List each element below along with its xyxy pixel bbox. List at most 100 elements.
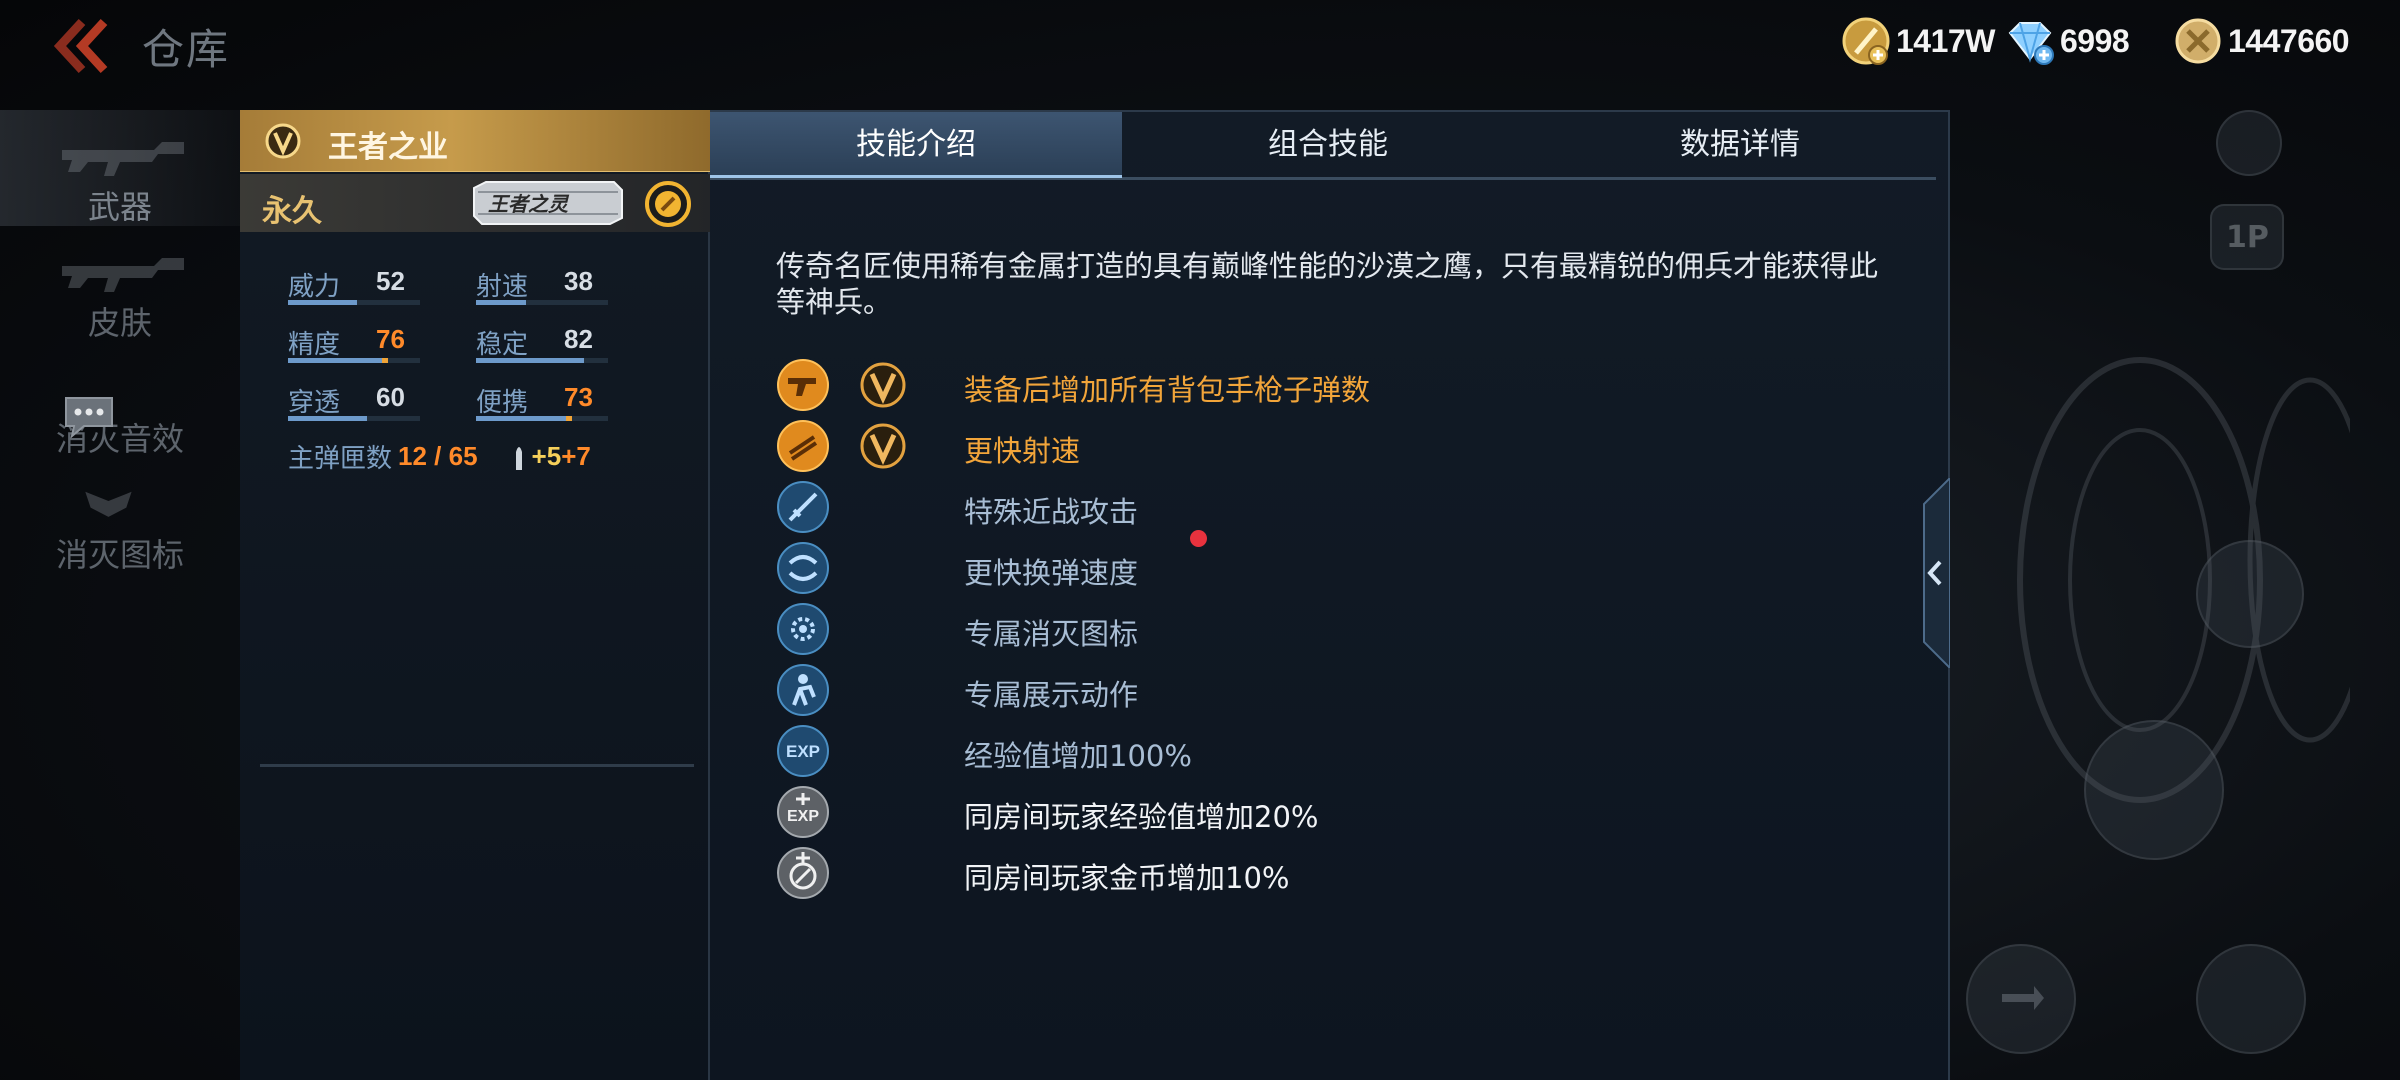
honor-value: 1447660 xyxy=(2228,22,2350,59)
stat-label: 便携 xyxy=(476,388,529,418)
skill-text: 更快换弹速度 xyxy=(964,556,1139,590)
magazine-label: 主弹匣数 xyxy=(288,444,393,474)
sidebar-item-label: 消灭图标 xyxy=(55,536,184,574)
stat-portability: 便携 73 xyxy=(476,378,646,426)
stat-label: 穿透 xyxy=(288,388,341,418)
honor-coin-icon xyxy=(2175,18,2221,64)
fire-rate-icon xyxy=(777,420,829,472)
skill-row: 专属消灭图标 xyxy=(776,602,1676,658)
magazine-value: 12 / 65 xyxy=(398,441,478,471)
stat-value: 73 xyxy=(564,382,593,412)
skill-row: EXP 经验值增加100% xyxy=(776,724,1676,780)
skill-row: 更快换弹速度 xyxy=(776,541,1676,597)
tab-data-details[interactable]: 数据详情 xyxy=(1534,112,1946,178)
stat-label: 威力 xyxy=(288,272,341,302)
chat-icon[interactable] xyxy=(62,394,116,440)
skill-text: 同房间玩家金币增加10% xyxy=(964,861,1290,895)
tab-combo-skills[interactable]: 组合技能 xyxy=(1122,112,1534,178)
diamond-value: 6998 xyxy=(2060,22,2130,59)
notification-dot xyxy=(1190,530,1207,547)
skull-emblem-icon xyxy=(85,491,132,517)
bullet-icon xyxy=(515,446,522,470)
stat-label: 稳定 xyxy=(476,330,529,360)
skill-text: 经验值增加100% xyxy=(964,739,1192,773)
stat-value: 52 xyxy=(376,266,405,296)
magazine-info: 主弹匣数 12 / 65 +5 +7 xyxy=(288,438,591,475)
reload-speed-icon xyxy=(777,542,829,594)
pistol-ammo-icon xyxy=(777,359,829,411)
bg-crouch-button xyxy=(2196,944,2306,1054)
sidebar: 武器 皮肤 消灭音效 消灭图标 xyxy=(0,110,240,574)
diamond-icon xyxy=(2008,22,2054,65)
skill-row: 特殊近战攻击 xyxy=(776,480,1676,536)
rifle-skin-icon xyxy=(62,258,184,292)
room-exp-icon: EXP xyxy=(777,786,829,838)
skill-text: 装备后增加所有背包手枪子弹数 xyxy=(964,373,1371,407)
stat-label: 精度 xyxy=(288,330,341,360)
skill-row: 装备后增加所有背包手枪子弹数 xyxy=(776,358,1676,414)
weapon-info-panel: 王者之业 永久 王者之灵 威力 52 射速 38 精度 76 稳定 82 穿透 … xyxy=(240,110,710,1080)
skill-row: 同房间玩家金币增加10% xyxy=(776,846,1676,902)
v-badge-icon xyxy=(860,423,906,469)
stat-bar-tip xyxy=(382,358,388,363)
stat-bar-fill xyxy=(288,358,388,363)
currency-gold[interactable]: 1417W xyxy=(1840,14,1995,68)
weapon-subheader: 永久 王者之灵 xyxy=(240,174,710,232)
stat-penetration: 穿透 60 xyxy=(288,378,458,426)
weapon-coin-icon[interactable] xyxy=(644,180,692,228)
skill-panel: 技能介绍 组合技能 数据详情 传奇名匠使用稀有金属打造的具有巅峰性能的沙漠之鹰，… xyxy=(710,110,1950,1080)
bg-target-rings-icon xyxy=(2017,357,2350,803)
sidebar-item-kill-sound[interactable]: 消灭音效 xyxy=(0,342,240,458)
tab-bar: 技能介绍 组合技能 数据详情 xyxy=(710,112,1936,180)
bg-view-1p-label: 1P xyxy=(2226,220,2269,255)
skill-text: 专属展示动作 xyxy=(964,678,1139,712)
svg-text:EXP: EXP xyxy=(786,742,820,761)
stat-bar-fill xyxy=(476,300,526,305)
stat-label: 射速 xyxy=(476,272,529,302)
skill-text: 更快射速 xyxy=(964,434,1081,468)
page-title: 仓库 xyxy=(142,25,231,74)
weapon-description: 传奇名匠使用稀有金属打造的具有巅峰性能的沙漠之鹰，只有最精锐的佣兵才能获得此等神… xyxy=(776,249,1879,319)
sidebar-item-weapons[interactable]: 武器 xyxy=(0,110,240,226)
tab-skill-intro[interactable]: 技能介绍 xyxy=(710,112,1122,178)
skill-row: EXP 同房间玩家经验值增加20% xyxy=(776,785,1676,841)
skill-text: 同房间玩家经验值增加20% xyxy=(964,800,1319,834)
info-divider xyxy=(260,764,694,767)
currency-honor[interactable]: 1447660 xyxy=(2172,14,2350,68)
weapon-duration: 永久 xyxy=(262,194,322,229)
currency-diamond[interactable]: 6998 xyxy=(2004,14,2130,68)
gold-value: 1417W xyxy=(1896,22,1995,59)
double-chevron-left-icon xyxy=(53,18,108,74)
back-button[interactable] xyxy=(52,18,122,74)
room-coin-icon xyxy=(777,847,829,899)
top-bar: 仓库 1417W 6998 1447660 xyxy=(0,0,2400,90)
stat-bar-fill xyxy=(288,300,357,305)
bg-gamepad-button xyxy=(2216,110,2282,176)
rifle-icon xyxy=(62,142,184,176)
svg-text:EXP: EXP xyxy=(787,808,819,825)
sidebar-item-skins[interactable]: 皮肤 xyxy=(0,226,240,342)
weapon-name: 王者之业 xyxy=(328,130,448,165)
melee-attack-icon xyxy=(777,481,829,533)
stat-bar-fill xyxy=(476,358,584,363)
stat-fire-rate: 射速 38 xyxy=(476,262,646,310)
skill-text: 专属消灭图标 xyxy=(964,617,1139,651)
skill-text: 特殊近战攻击 xyxy=(964,495,1139,529)
v-badge-icon xyxy=(860,362,906,408)
collapse-panel-button[interactable] xyxy=(1918,478,1950,668)
weapon-header: 王者之业 xyxy=(240,110,710,172)
stat-accuracy: 精度 76 xyxy=(288,320,458,368)
v-badge-icon xyxy=(265,123,301,159)
stat-value: 76 xyxy=(376,324,405,354)
stat-power: 威力 52 xyxy=(288,262,458,310)
sidebar-item-label: 皮肤 xyxy=(87,304,152,342)
sidebar-item-kill-icon[interactable]: 消灭图标 xyxy=(0,458,240,574)
magazine-bonus-1: +5 xyxy=(531,441,562,471)
bg-swap-icon xyxy=(2002,986,2044,1010)
stat-stability: 稳定 82 xyxy=(476,320,646,368)
stat-bar-tip xyxy=(566,416,572,421)
magazine-bonus-2: +7 xyxy=(561,441,591,471)
skill-row: 专属展示动作 xyxy=(776,663,1676,719)
gold-coin-icon xyxy=(1842,17,1890,65)
stat-bar-fill xyxy=(288,416,367,421)
